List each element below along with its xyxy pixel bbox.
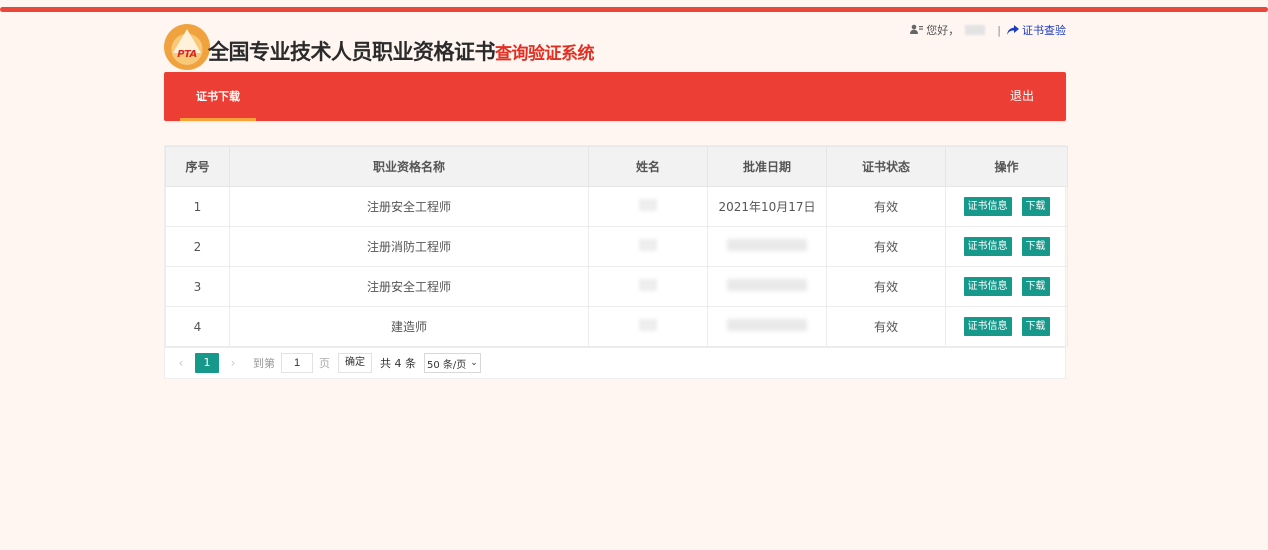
cell-date [707, 226, 827, 267]
total-count: 共 4 条 [380, 357, 416, 370]
cell-actions: 证书信息 下载 [945, 226, 1068, 267]
cell-name [588, 266, 708, 307]
name-blurred [639, 279, 657, 291]
download-button[interactable]: 下载 [1021, 277, 1050, 296]
cell-actions: 证书信息 下载 [945, 306, 1068, 347]
cell-actions: 证书信息 下载 [945, 266, 1068, 307]
tab-active-indicator [180, 118, 256, 121]
date-blurred [727, 279, 807, 291]
header-qualification: 职业资格名称 [229, 146, 589, 187]
tab-certificate-download[interactable]: 证书下载 [180, 72, 256, 121]
user-icon [910, 24, 924, 37]
cell-status: 有效 [826, 306, 946, 347]
logo-text: PTA [177, 49, 197, 60]
logout-link[interactable]: 退出 [1010, 72, 1034, 121]
chevron-right-icon[interactable]: › [227, 356, 239, 370]
site-title-sub: 查询验证系统 [495, 44, 595, 64]
cell-qualification: 建造师 [229, 306, 589, 347]
cell-status: 有效 [826, 266, 946, 307]
cell-date: 2021年10月17日 [707, 186, 827, 227]
greeting-text: 您好， [926, 24, 960, 37]
page-unit-label: 页 [319, 357, 330, 370]
download-button[interactable]: 下载 [1021, 317, 1050, 336]
certificate-info-button[interactable]: 证书信息 [963, 197, 1012, 216]
table-row: 2 注册消防工程师 有效 证书信息 下载 [165, 226, 1068, 267]
download-button[interactable]: 下载 [1021, 197, 1050, 216]
header-index: 序号 [165, 146, 230, 187]
header-date: 批准日期 [707, 146, 827, 187]
verify-link[interactable]: 证书查验 [1007, 22, 1066, 38]
pta-logo: PTA [164, 24, 210, 70]
header-actions: 操作 [945, 146, 1068, 187]
name-blurred [639, 239, 657, 251]
cell-index: 4 [165, 306, 230, 347]
cell-index: 2 [165, 226, 230, 267]
name-blurred [639, 319, 657, 331]
cell-index: 3 [165, 266, 230, 307]
page-jump-input[interactable] [281, 353, 313, 373]
certificate-info-button[interactable]: 证书信息 [963, 237, 1012, 256]
chevron-down-icon: ⌄ [470, 358, 478, 368]
table-header-row: 序号 职业资格名称 姓名 批准日期 证书状态 操作 [165, 146, 1068, 187]
user-area: 您好， | 证书查验 [910, 22, 1066, 38]
tab-label: 证书下载 [196, 90, 240, 103]
certificate-info-button[interactable]: 证书信息 [963, 277, 1012, 296]
date-blurred [727, 319, 807, 331]
site-title-main: 全国专业技术人员职业资格证书 [208, 40, 496, 64]
site-header: PTA 全国专业技术人员职业资格证书查询验证系统 您好， | 证书查验 [164, 12, 1066, 72]
cell-date [707, 266, 827, 307]
username-blurred [965, 25, 986, 35]
table-row: 1 注册安全工程师 2021年10月17日 有效 证书信息 下载 [165, 186, 1068, 227]
page-button-current[interactable]: 1 [195, 353, 219, 373]
cell-status: 有效 [826, 186, 946, 227]
site-title: 全国专业技术人员职业资格证书查询验证系统 [208, 36, 595, 66]
main-navbar: 证书下载 退出 [164, 72, 1066, 121]
goto-label: 到第 [253, 357, 275, 370]
cell-name [588, 226, 708, 267]
page-size-value: 50 条/页 [427, 359, 467, 371]
cell-qualification: 注册消防工程师 [229, 226, 589, 267]
name-blurred [639, 199, 657, 211]
header-separator: | [997, 23, 1001, 37]
cell-qualification: 注册安全工程师 [229, 186, 589, 227]
cell-date [707, 306, 827, 347]
share-arrow-icon [1007, 25, 1019, 35]
pagination: ‹ 1 › 到第 页 确定 共 4 条 50 条/页 ⌄ [165, 347, 1065, 378]
certificate-table: 序号 职业资格名称 姓名 批准日期 证书状态 操作 1 注册安全工程师 2021… [165, 146, 1068, 347]
page-container: PTA 全国专业技术人员职业资格证书查询验证系统 您好， | 证书查验 证书下载… [164, 12, 1068, 379]
table-row: 4 建造师 有效 证书信息 下载 [165, 306, 1068, 347]
date-blurred [727, 239, 807, 251]
cell-actions: 证书信息 下载 [945, 186, 1068, 227]
confirm-button[interactable]: 确定 [338, 353, 372, 373]
cell-qualification: 注册安全工程师 [229, 266, 589, 307]
cell-index: 1 [165, 186, 230, 227]
cell-status: 有效 [826, 226, 946, 267]
cell-name [588, 306, 708, 347]
certificate-table-panel: 序号 职业资格名称 姓名 批准日期 证书状态 操作 1 注册安全工程师 2021… [164, 145, 1068, 379]
header-name: 姓名 [588, 146, 708, 187]
certificate-info-button[interactable]: 证书信息 [963, 317, 1012, 336]
chevron-left-icon[interactable]: ‹ [175, 356, 187, 370]
verify-link-label: 证书查验 [1022, 24, 1066, 37]
cell-name [588, 186, 708, 227]
page-size-select[interactable]: 50 条/页 ⌄ [424, 353, 481, 373]
header-status: 证书状态 [826, 146, 946, 187]
download-button[interactable]: 下载 [1021, 237, 1050, 256]
table-row: 3 注册安全工程师 有效 证书信息 下载 [165, 266, 1068, 307]
